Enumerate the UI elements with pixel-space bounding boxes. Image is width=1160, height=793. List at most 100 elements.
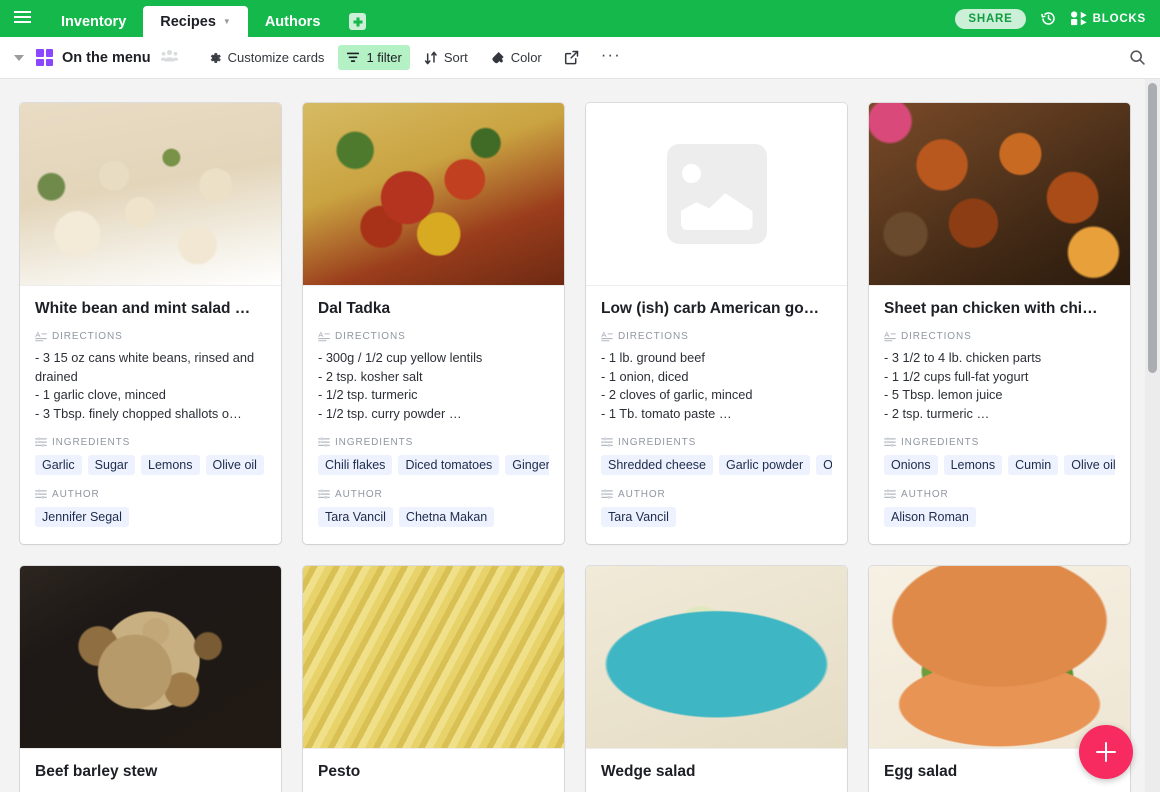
author-label-text: AUTHOR [52, 489, 100, 500]
color-button[interactable]: Color [482, 45, 550, 70]
card-body: White bean and mint salad … DIRECTIONS - 3… [20, 286, 281, 544]
card-title: White bean and mint salad … [35, 300, 251, 317]
blocks-button[interactable]: BLOCKS [1070, 11, 1146, 26]
card-title: Wedge salad [601, 763, 696, 780]
ingredient-chip[interactable]: Olive oil [205, 455, 264, 475]
ingredient-chip[interactable]: Lemons [943, 455, 1003, 475]
add-table-plus-icon[interactable] [349, 13, 367, 30]
gallery-view-scroll-area[interactable]: White bean and mint salad … DIRECTIONS - 3… [0, 79, 1160, 792]
customize-cards-button[interactable]: Customize cards [200, 45, 333, 70]
author-chip[interactable]: Chetna Makan [398, 507, 495, 527]
linked-record-field-icon [318, 489, 330, 499]
field-label-author: AUTHOR [35, 489, 266, 500]
directions-label-text: DIRECTIONS [618, 331, 689, 342]
author-label-text: AUTHOR [335, 489, 383, 500]
ingredient-chip[interactable]: Ginger [505, 455, 549, 475]
author-chip[interactable]: Jennifer Segal [35, 507, 129, 527]
sort-arrows-icon [424, 51, 437, 64]
card-thumbnail [20, 103, 281, 286]
field-label-ingredients: INGREDIENTS [884, 437, 1115, 448]
author-chip[interactable]: Tara Vancil [601, 507, 676, 527]
blocks-icon [1070, 11, 1087, 26]
linked-record-field-icon [601, 489, 613, 499]
gallery-card[interactable]: White bean and mint salad … DIRECTIONS - 3… [20, 103, 281, 544]
collaborators-icon[interactable] [160, 49, 178, 67]
linked-record-field-icon [318, 437, 330, 447]
sort-button[interactable]: Sort [416, 45, 476, 70]
field-label-directions: DIRECTIONS [318, 331, 549, 342]
long-text-field-icon [318, 331, 330, 342]
directions-value: - 1 lb. ground beef - 1 onion, diced - 2… [601, 350, 753, 421]
gallery-card-grid: White bean and mint salad … DIRECTIONS - 3… [0, 79, 1160, 792]
tab-recipes[interactable]: Recipes ▼ [143, 6, 248, 37]
ingredients-chips: Onions Lemons Cumin Olive oil [884, 455, 1115, 475]
filter-button[interactable]: 1 filter [338, 45, 410, 70]
top-app-bar: Inventory Recipes ▼ Authors SHARE BLOCKS [0, 0, 1160, 37]
tab-inventory-label: Inventory [61, 13, 127, 30]
ingredient-chip[interactable]: Garlic [35, 455, 82, 475]
field-label-ingredients: INGREDIENTS [318, 437, 549, 448]
field-label-author: AUTHOR [318, 489, 549, 500]
search-button[interactable] [1129, 49, 1146, 66]
directions-value: - 3 15 oz cans white beans, rinsed and d… [35, 350, 255, 421]
ingredients-label-text: INGREDIENTS [901, 437, 980, 448]
tab-inventory[interactable]: Inventory [44, 6, 143, 37]
share-view-button[interactable] [556, 45, 587, 70]
vertical-scrollbar-thumb[interactable] [1148, 83, 1157, 373]
ingredient-chip[interactable]: Olive oil [1064, 455, 1115, 475]
card-thumbnail [869, 566, 1130, 749]
gallery-card[interactable]: Pesto [303, 566, 564, 792]
card-body: Sheet pan chicken with chi… DIRECTIONS - 3… [869, 286, 1130, 544]
field-label-author: AUTHOR [601, 489, 832, 500]
tab-authors[interactable]: Authors [248, 6, 338, 37]
gallery-card[interactable]: Sheet pan chicken with chi… DIRECTIONS - 3… [869, 103, 1130, 544]
topbar-actions: SHARE BLOCKS [955, 0, 1160, 37]
author-chip[interactable]: Tara Vancil [318, 507, 393, 527]
gallery-view-icon[interactable] [36, 49, 53, 66]
long-text-field-icon [601, 331, 613, 342]
gallery-card[interactable]: Low (ish) carb American go… DIRECTIONS - 1… [586, 103, 847, 544]
add-record-fab[interactable] [1079, 725, 1133, 779]
view-toolbar: On the menu Customize cards 1 filter Sor… [0, 37, 1160, 79]
ingredient-chip[interactable]: Diced tomatoes [398, 455, 500, 475]
author-chip[interactable]: Alison Roman [884, 507, 976, 527]
history-clock-icon[interactable] [1040, 10, 1057, 27]
collapse-sidebar-chevron-icon[interactable] [14, 54, 24, 61]
ingredient-chip[interactable]: Sugar [87, 455, 136, 475]
filter-funnel-icon [347, 52, 360, 62]
paint-drop-icon [492, 51, 504, 63]
hamburger-menu-icon[interactable] [0, 0, 44, 37]
long-text-field-icon [35, 331, 47, 342]
ingredient-chip[interactable]: Lemons [141, 455, 200, 475]
linked-record-field-icon [35, 437, 47, 447]
ingredient-chip[interactable]: Garlic powder [719, 455, 811, 475]
directions-label-text: DIRECTIONS [901, 331, 972, 342]
blocks-label: BLOCKS [1092, 12, 1146, 25]
directions-label-text: DIRECTIONS [335, 331, 406, 342]
author-label-text: AUTHOR [901, 489, 949, 500]
card-title: Pesto [318, 763, 361, 780]
tab-authors-label: Authors [264, 13, 321, 30]
ingredient-chip[interactable]: Shredded cheese [601, 455, 713, 475]
sort-label: Sort [443, 50, 468, 65]
directions-value: - 3 1/2 to 4 lb. chicken parts - 1 1/2 c… [884, 350, 1042, 421]
ingredient-chip[interactable]: Onions [884, 455, 938, 475]
share-button[interactable]: SHARE [955, 8, 1026, 29]
author-label-text: AUTHOR [618, 489, 666, 500]
more-options-button[interactable]: ··· [593, 40, 629, 75]
card-title: Beef barley stew [35, 763, 158, 780]
ingredient-chip[interactable]: O [816, 455, 832, 475]
card-body: Dal Tadka DIRECTIONS - 300g / 1/2 cup yell… [303, 286, 564, 544]
ingredient-chip[interactable]: Chili flakes [318, 455, 393, 475]
gallery-card[interactable]: Beef barley stew [20, 566, 281, 792]
ingredient-chip[interactable]: Cumin [1008, 455, 1059, 475]
card-body: Beef barley stew [20, 749, 281, 792]
gallery-card[interactable]: Dal Tadka DIRECTIONS - 300g / 1/2 cup yell… [303, 103, 564, 544]
view-name[interactable]: On the menu [62, 50, 151, 66]
field-label-author: AUTHOR [884, 489, 1115, 500]
ingredients-label-text: INGREDIENTS [618, 437, 697, 448]
directions-value: - 300g / 1/2 cup yellow lentils - 2 tsp.… [318, 350, 483, 421]
chevron-down-icon[interactable]: ▼ [223, 17, 231, 26]
gallery-card[interactable]: Wedge salad [586, 566, 847, 792]
field-label-directions: DIRECTIONS [35, 331, 266, 342]
